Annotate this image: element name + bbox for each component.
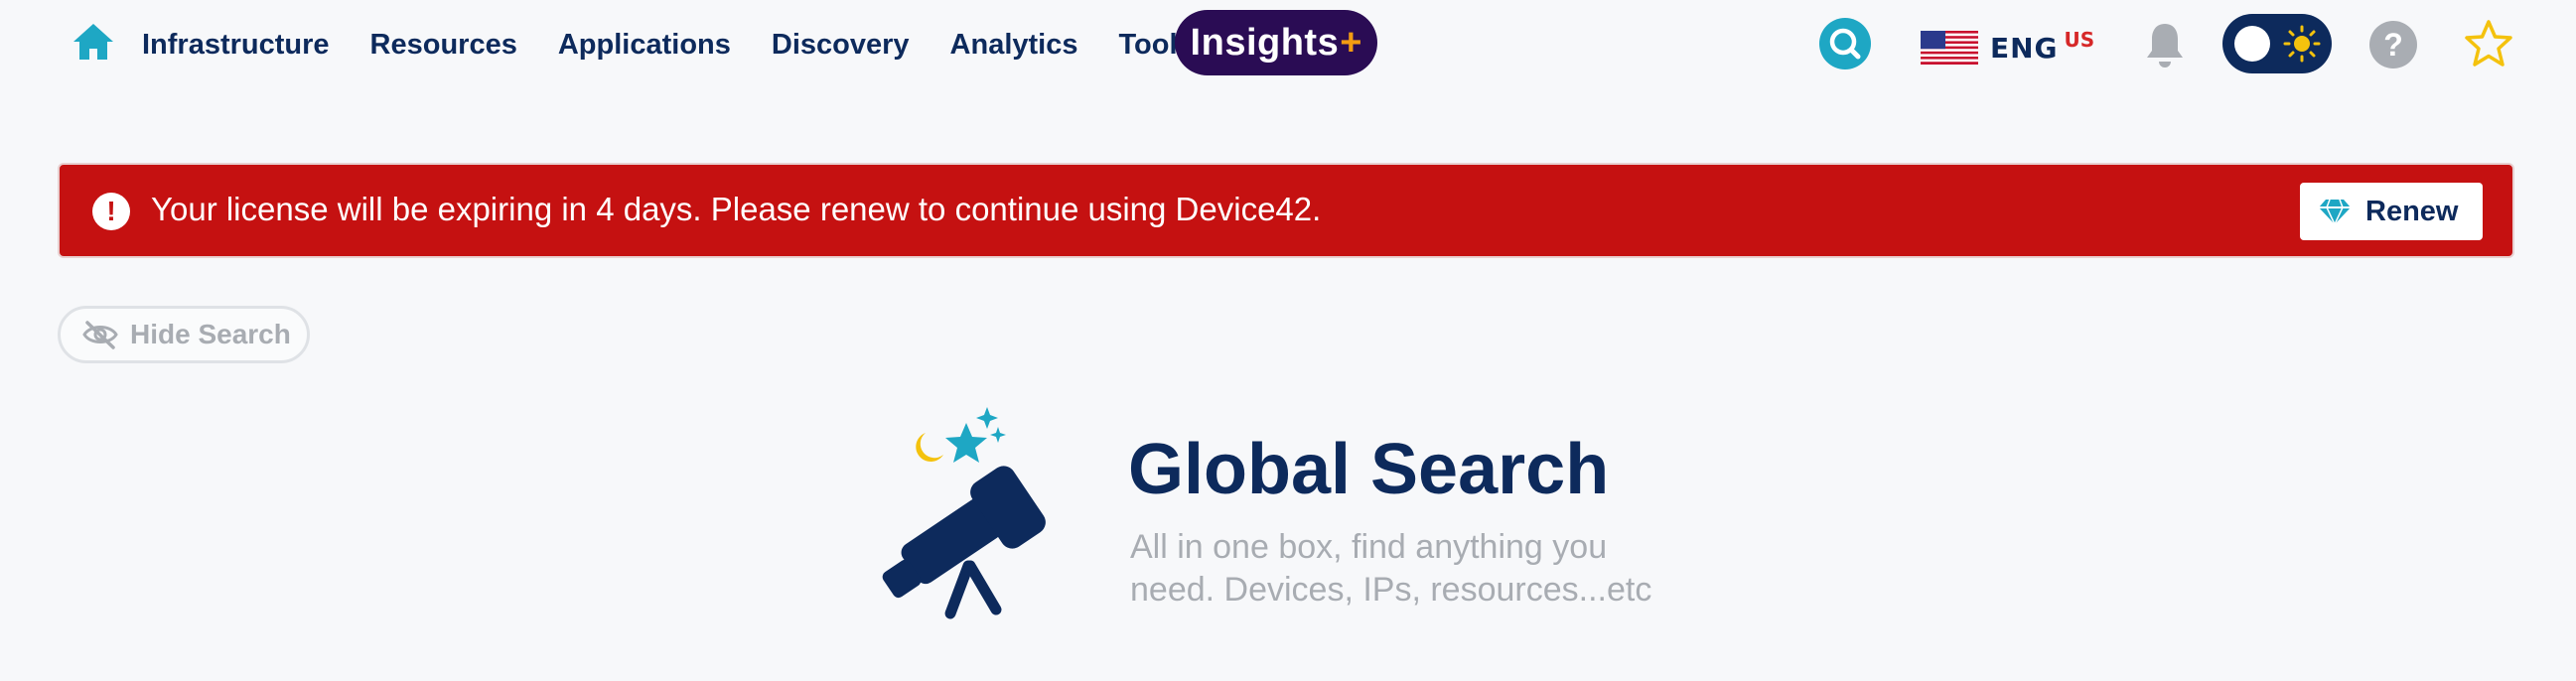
help-button[interactable]: ? — [2369, 21, 2417, 68]
telescope-icon — [882, 407, 1046, 619]
main-menu: Infrastructure Resources Applications Di… — [142, 24, 1234, 66]
nav-item-resources[interactable]: Resources — [370, 29, 517, 62]
star-icon[interactable] — [2463, 18, 2514, 69]
eye-slash-icon — [82, 321, 118, 349]
help-icon: ? — [2383, 26, 2403, 63]
nav-item-infrastructure[interactable]: Infrastructure — [142, 29, 330, 62]
bell-icon[interactable] — [2143, 20, 2187, 71]
nav-item-analytics[interactable]: Analytics — [950, 29, 1078, 62]
home-icon[interactable] — [72, 20, 115, 64]
insights-plus: + — [1340, 21, 1362, 64]
nav-item-discovery[interactable]: Discovery — [772, 29, 910, 62]
license-expiry-banner: ! Your license will be expiring in 4 day… — [58, 163, 2514, 258]
alert-icon: ! — [92, 193, 130, 230]
hide-search-button[interactable]: Hide Search — [58, 306, 310, 363]
language-selector[interactable]: ENG US — [1921, 28, 2094, 68]
renew-button[interactable]: Renew — [2300, 183, 2483, 240]
hide-search-label: Hide Search — [130, 319, 291, 349]
toggle-knob — [2234, 26, 2270, 62]
diamond-icon — [2319, 199, 2351, 225]
page-title: Global Search — [1128, 430, 1610, 509]
alert-icon-glyph: ! — [106, 196, 116, 226]
page-subtitle-line-1: All in one box, find anything you — [1130, 528, 1608, 566]
license-message: Your license will be expiring in 4 days.… — [151, 191, 1322, 227]
search-icon — [1829, 28, 1861, 60]
theme-toggle[interactable] — [2222, 14, 2332, 73]
top-navigation: Infrastructure Resources Applications Di… — [0, 0, 2576, 87]
language-code: ENG — [1990, 31, 2059, 65]
us-flag-icon — [1921, 31, 1978, 65]
insights-label: Insights — [1190, 21, 1340, 64]
nav-item-applications[interactable]: Applications — [558, 29, 731, 62]
language-region: US — [2064, 28, 2095, 52]
renew-label: Renew — [2365, 195, 2459, 227]
sun-icon — [2283, 25, 2321, 63]
page-subtitle-line-2: need. Devices, IPs, resources...etc — [1130, 571, 1652, 609]
insights-button[interactable]: Insights + — [1175, 10, 1377, 75]
page-subtitle: All in one box, find anything you need. … — [1130, 526, 1686, 612]
search-button[interactable] — [1819, 18, 1871, 69]
